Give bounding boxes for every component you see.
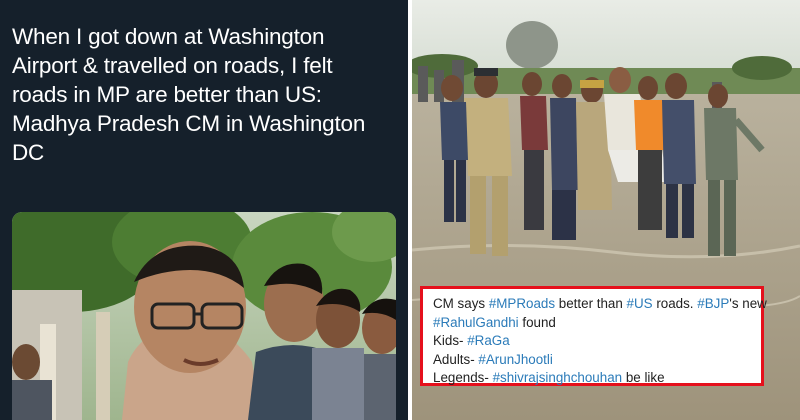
caption-text: Legends-	[433, 370, 493, 385]
tweet-line: DC	[12, 140, 45, 165]
caption-text: better than	[555, 296, 627, 311]
caption-line: CM says #MPRoads better than #US roads. …	[433, 295, 767, 314]
hashtag-link[interactable]: #BJP	[697, 296, 729, 311]
tweet-line: roads in MP are better than US:	[12, 82, 322, 107]
caption-text: be like	[622, 370, 665, 385]
hashtag-link[interactable]: #RaGa	[467, 333, 509, 348]
tweet-photo[interactable]	[12, 212, 396, 420]
tweet-line: When I got down at Washington	[12, 24, 325, 49]
caption-text: Adults-	[433, 351, 479, 367]
hashtag-link[interactable]: #US	[627, 296, 653, 311]
tweet-line: Airport & travelled on roads, I felt	[12, 53, 333, 78]
hashtag-link[interactable]: #ArunJhootli	[478, 352, 552, 367]
tweet-text: When I got down at Washington Airport & …	[12, 22, 400, 167]
hashtag-link[interactable]: #RahulGandhi	[433, 315, 519, 330]
hashtag-link[interactable]: #MPRoads	[489, 296, 555, 311]
caption-line: Adults- #ArunJhootli	[433, 351, 753, 370]
caption-line: #RahulGandhi found	[433, 314, 753, 333]
caption-text: found	[518, 314, 556, 330]
caption-text: 's new	[729, 296, 767, 311]
caption-line: Kids- #RaGa	[433, 332, 753, 351]
hashtag-link[interactable]: #shivrajsinghchouhan	[493, 370, 623, 385]
caption-text: CM says	[433, 296, 489, 311]
caption-text: Kids-	[433, 333, 468, 348]
caption-line: Legends- #shivrajsinghchouhan be like	[433, 369, 753, 388]
tweet-line: Madhya Pradesh CM in Washington	[12, 111, 366, 136]
meme-caption: CM says #MPRoads better than #US roads. …	[420, 286, 767, 388]
caption-text: roads.	[652, 296, 698, 311]
tweet-panel: When I got down at Washington Airport & …	[0, 0, 408, 420]
